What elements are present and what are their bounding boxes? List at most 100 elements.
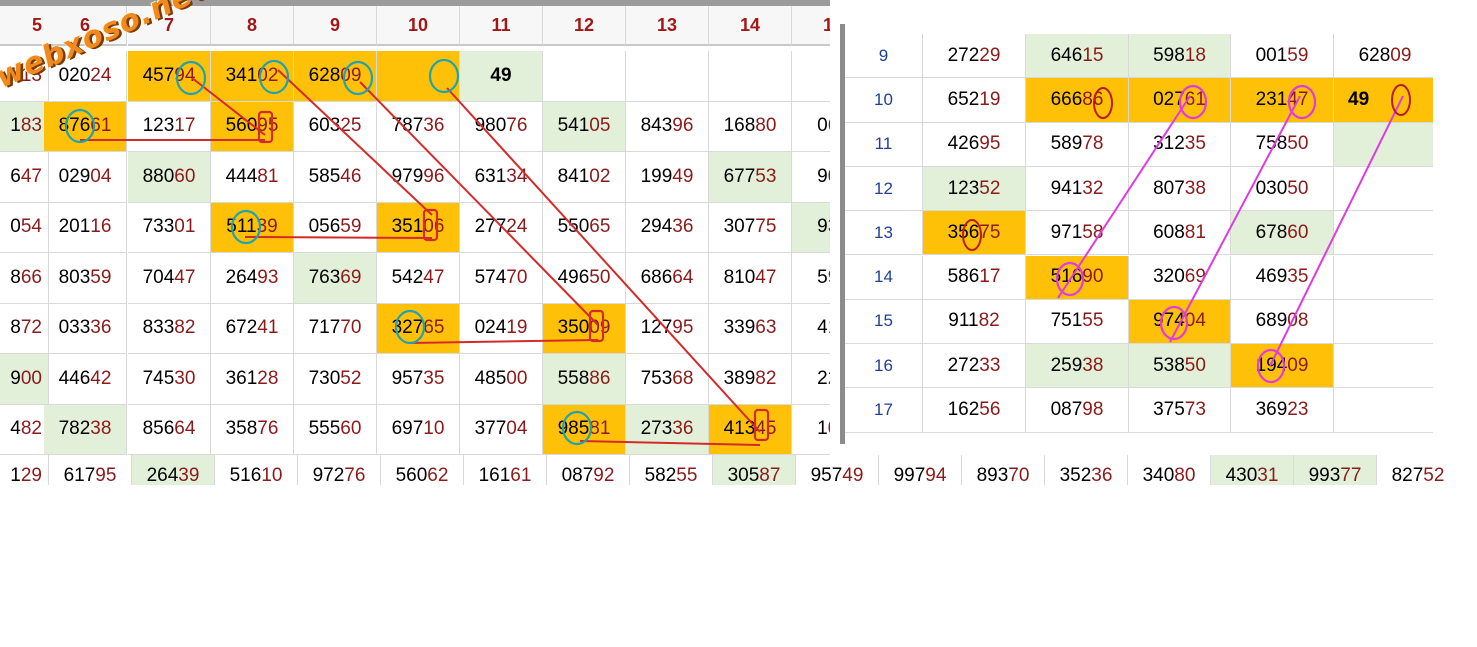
result-cell: 305 87	[713, 455, 796, 485]
result-cell: 538 50	[1129, 344, 1231, 389]
column-header: 8	[211, 6, 294, 46]
result-cell: 087 98	[1026, 388, 1129, 433]
result-cell: 841 02	[543, 152, 626, 203]
result-cell: 087 92	[547, 455, 630, 485]
result-cell: 516 10	[215, 455, 298, 485]
column-header: 13	[626, 6, 709, 46]
result-cell: 027 61	[1129, 78, 1231, 123]
row-index: 16	[845, 344, 923, 389]
result-cell: 730 52	[294, 354, 377, 405]
result-cell	[377, 51, 460, 102]
bottom-partial-row: 1 29 617 95 264 39 516 10 972 76 560 62 161 61 087 92 58…	[0, 455, 1450, 485]
result-cell: 763 69	[294, 253, 377, 304]
result-cell: 307 75	[709, 202, 792, 253]
result-cell: 652 19	[923, 78, 1026, 123]
result-cell: 377 04	[460, 404, 543, 455]
result-cell: 582 55	[630, 455, 713, 485]
result-cell: 957 49	[796, 455, 879, 485]
result-cell: 320 69	[1129, 255, 1231, 300]
result-cell: 511 39	[211, 202, 294, 253]
result-cell: 782 38	[44, 404, 127, 455]
result-cell: 231 47	[1231, 78, 1334, 123]
result-cell: 1 83	[0, 101, 49, 152]
result-cell	[1334, 300, 1433, 345]
result-cell: 417	[792, 304, 830, 354]
result-cell: 444 81	[211, 152, 294, 203]
result-cell: 753 68	[626, 354, 709, 405]
result-cell: 264 93	[211, 253, 294, 304]
result-cell: 827 52	[1377, 455, 1450, 485]
result-cell: 807 38	[1129, 166, 1231, 212]
result-cell: 496 50	[543, 253, 626, 304]
result-cell: 941 32	[1026, 166, 1129, 212]
result-cell: 957 35	[377, 354, 460, 405]
result-cell: 930	[792, 202, 830, 253]
result-cell: 103	[792, 405, 830, 455]
row-index: 12	[845, 166, 923, 212]
result-cell: 356 75	[923, 211, 1026, 256]
result-cell: 717 70	[294, 303, 377, 354]
result-cell: 985 81	[543, 404, 626, 455]
result-cell: 375 73	[1129, 388, 1231, 433]
result-cell: 880 60	[128, 152, 211, 203]
result-cell: 9 00	[0, 354, 49, 405]
result-cell: 469 35	[1231, 255, 1334, 300]
result-cell: 745 30	[128, 354, 211, 405]
result-cell: 599	[792, 253, 830, 304]
result-cell: 677 53	[709, 152, 792, 203]
result-cell: 194 09	[1231, 344, 1334, 389]
result-cell: 586 17	[923, 255, 1026, 300]
result-cell: 541 05	[543, 101, 626, 152]
result-cell: 810 47	[709, 253, 792, 304]
column-header: 17	[792, 6, 830, 46]
result-cell: 127 95	[626, 303, 709, 354]
result-cell: 033 36	[44, 303, 127, 354]
result-cell: 617 95	[49, 455, 132, 485]
result-cell: 030 50	[1231, 166, 1334, 212]
result-cell: 631 34	[460, 152, 543, 203]
row-index: 13	[845, 211, 923, 256]
result-cell: 686 64	[626, 253, 709, 304]
result-cell: 001 59	[1231, 34, 1334, 79]
result-cell: 893 70	[962, 455, 1045, 485]
result-cell: 264 39	[132, 455, 215, 485]
result-cell: 358 76	[211, 404, 294, 455]
result-cell: 678 60	[1231, 211, 1334, 256]
row-index: 9	[845, 34, 923, 79]
result-cell: 560 62	[381, 455, 464, 485]
result-cell: 426 95	[923, 122, 1026, 167]
result-cell: 8 66	[0, 253, 49, 304]
result-cell: 351 06	[377, 202, 460, 253]
result-cell: 704 47	[128, 253, 211, 304]
result-cell: 574 70	[460, 253, 543, 304]
result-cell	[1334, 167, 1433, 212]
result-cell: 277 24	[460, 202, 543, 253]
result-cell	[709, 51, 792, 102]
result-cell: 273 36	[626, 404, 709, 455]
result-cell: 697 10	[377, 404, 460, 455]
result-cell: 161 61	[464, 455, 547, 485]
result-cell: 457 94	[128, 51, 211, 102]
result-cell	[1334, 256, 1433, 300]
result-cell: 341 02	[211, 51, 294, 102]
result-cell: 123 52	[923, 166, 1026, 212]
result-cell: 49	[1334, 78, 1433, 123]
result-cell: 560 95	[211, 101, 294, 152]
column-header: 12	[543, 6, 626, 46]
result-cell	[1334, 211, 1433, 256]
result-cell: 162 56	[923, 388, 1026, 433]
result-cell: 856 64	[128, 404, 211, 455]
result-cell: 272 29	[923, 34, 1026, 79]
result-cell: 787 36	[377, 101, 460, 152]
row-index: 11	[845, 122, 923, 167]
result-cell: 628 09	[1334, 34, 1433, 79]
result-cell: 972 76	[298, 455, 381, 485]
result-cell: 608 81	[1129, 211, 1231, 256]
result-cell: 6 47	[0, 152, 49, 203]
result-cell	[1334, 388, 1433, 433]
result-cell: 689 08	[1231, 299, 1334, 345]
result-cell: 909	[792, 152, 830, 203]
result-cell: 733 01	[128, 202, 211, 253]
result-cell: 585 46	[294, 152, 377, 203]
result-cell: 833 82	[128, 303, 211, 354]
